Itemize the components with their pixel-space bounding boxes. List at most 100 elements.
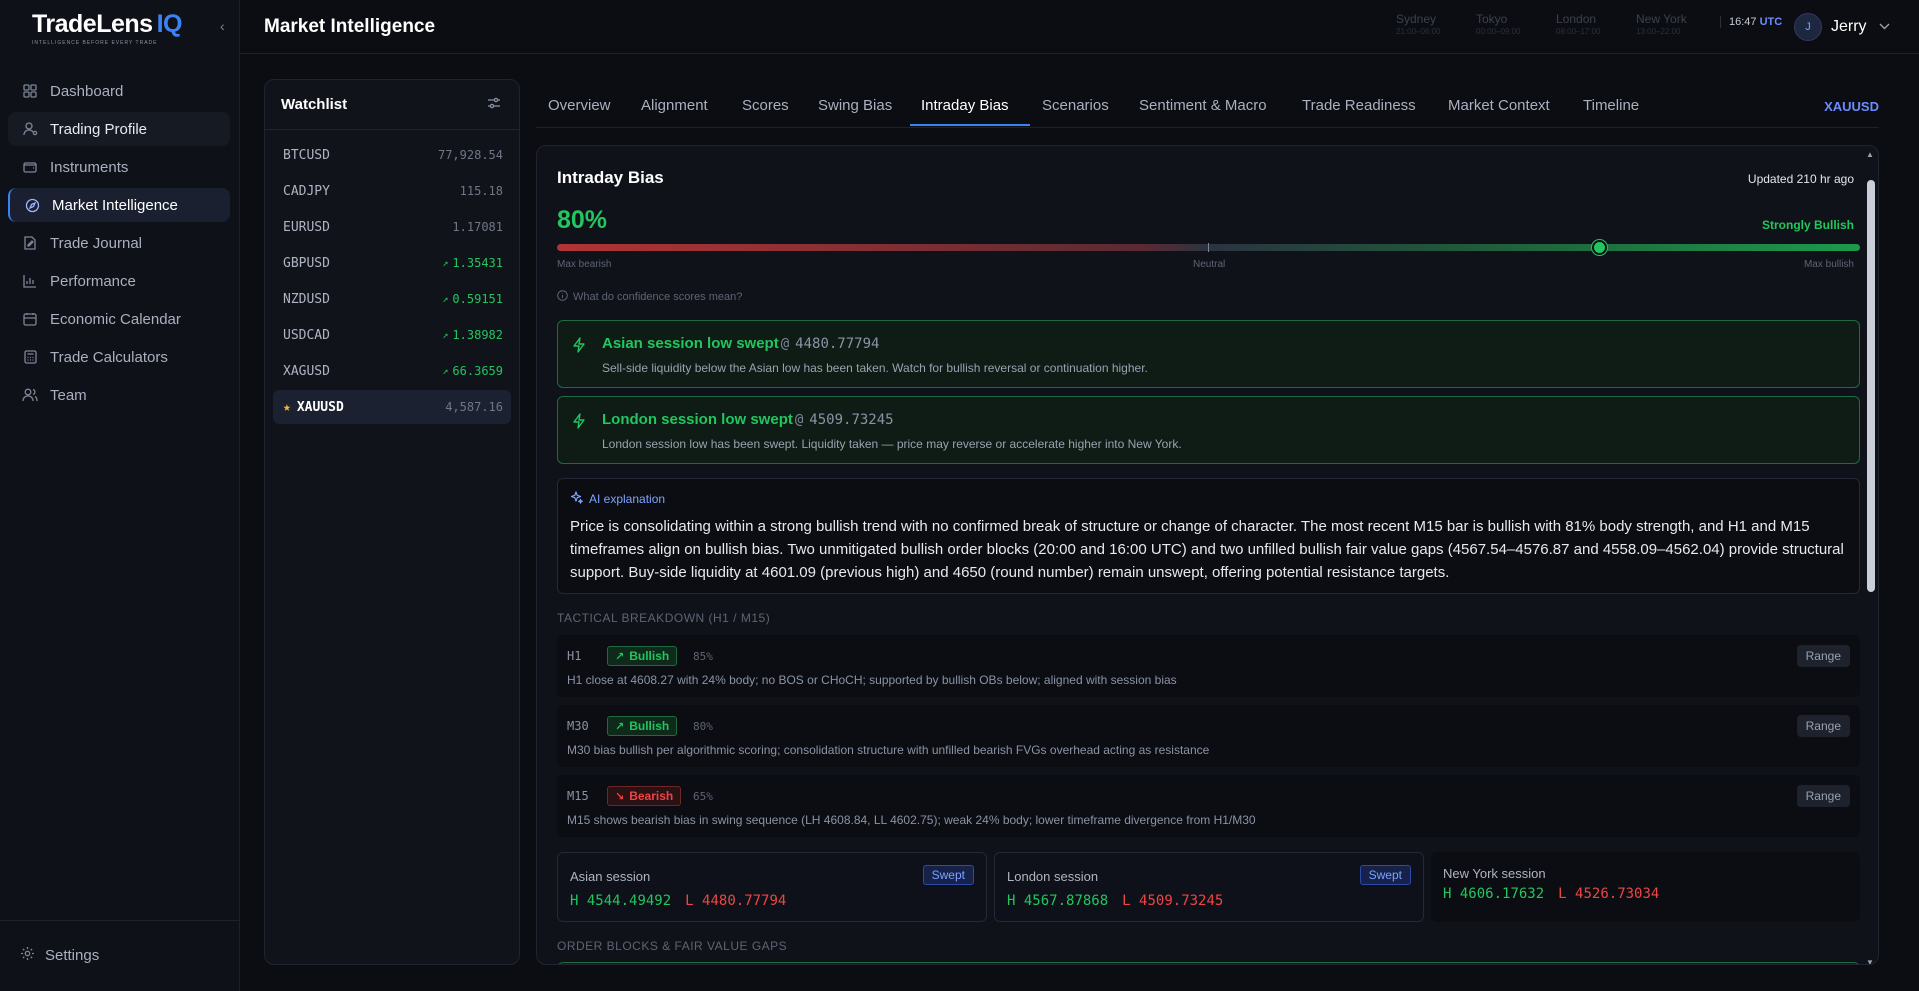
tab-overview[interactable]: Overview [548, 97, 611, 114]
bias-label: Bearish [629, 789, 674, 803]
tab-bar: Overview Alignment Scores Swing Bias Int… [536, 90, 1879, 128]
session-card-new-york: New York session H 4606.17632 L 4526.7303… [1431, 852, 1860, 922]
tactical-breakdown-label: TACTICAL BREAKDOWN (H1 / M15) [557, 611, 771, 625]
tab-trade-readiness[interactable]: Trade Readiness [1302, 97, 1416, 114]
watchlist-item-xagusd[interactable]: XAGUSD ↗ 66.3659 [273, 354, 511, 388]
section-title: Intraday Bias [557, 168, 664, 187]
sidebar-item-trading-profile[interactable]: Trading Profile [8, 112, 230, 146]
sidebar-item-economic-calendar[interactable]: Economic Calendar [8, 302, 230, 336]
sidebar-divider [0, 920, 240, 921]
sweep-title: London session low swept [602, 411, 793, 428]
swept-badge: Swept [1359, 865, 1411, 885]
top-header: Market Intelligence Sydney 21:00–06:00 To… [240, 0, 1919, 54]
watchlist-item-xauusd[interactable]: ★ XAUUSD 4,587.16 [273, 390, 511, 424]
bias-badge: ↗ Bullish [607, 646, 678, 666]
watchlist-item-nzdusd[interactable]: NZDUSD ↗ 0.59151 [273, 282, 511, 316]
watchlist-list: BTCUSD 77,928.54 CADJPY 115.18 EURUSD 1.170… [265, 130, 519, 434]
active-symbol: XAUUSD [1824, 99, 1879, 114]
timeframe-confidence: 85% [693, 650, 713, 663]
scroll-up-icon[interactable]: ▲ [1866, 150, 1874, 159]
scrollbar[interactable]: ▲ ▼ [1866, 150, 1875, 964]
user-settings-icon [22, 121, 38, 137]
watchlist-item-usdcad[interactable]: USDCAD ↗ 1.38982 [273, 318, 511, 352]
range-button[interactable]: Range [1796, 715, 1850, 737]
chevron-down-icon [1879, 21, 1890, 33]
tab-scenarios[interactable]: Scenarios [1042, 97, 1109, 114]
confidence-help-link[interactable]: What do confidence scores mean? [557, 290, 742, 304]
tab-market-context[interactable]: Market Context [1448, 97, 1550, 114]
lightning-icon [572, 337, 586, 358]
session-tokyo: Tokyo 00:00–09:00 [1476, 12, 1556, 36]
bias-label: Bullish [629, 719, 670, 733]
session-high: 4606.17632 [1459, 886, 1545, 902]
brand-tagline: INTELLIGENCE BEFORE EVERY TRADE [32, 40, 158, 46]
timeframe-row-h1: H1 ↗ Bullish 85% H1 close at 4608.27 with… [557, 635, 1860, 697]
watchlist-price: 4,587.16 [445, 400, 503, 414]
session-low-label: L [1558, 886, 1567, 902]
tab-scores[interactable]: Scores [742, 97, 789, 114]
collapse-sidebar-icon[interactable]: ‹ [220, 18, 225, 34]
tab-swing-bias[interactable]: Swing Bias [818, 97, 892, 114]
sweep-at: @ [780, 336, 790, 352]
trend-down-icon: ↘ [615, 790, 625, 803]
watchlist-item-cadjpy[interactable]: CADJPY 115.18 [273, 174, 511, 208]
session-low-label: L [685, 893, 694, 909]
range-button[interactable]: Range [1796, 785, 1850, 807]
watchlist-price: 77,928.54 [437, 148, 503, 162]
sliders-icon[interactable] [487, 96, 501, 114]
trend-up-icon: ↗ [615, 650, 625, 663]
compass-icon [24, 197, 40, 213]
bias-badge: ↘ Bearish [607, 786, 682, 806]
timeframe-row-m30: M30 ↗ Bullish 80% M30 bias bullish per al… [557, 705, 1860, 767]
watchlist-price-up: ↗ 66.3659 [442, 364, 503, 378]
watchlist-item-btcusd[interactable]: BTCUSD 77,928.54 [273, 138, 511, 172]
sweep-description: Sell-side liquidity below the Asian low … [602, 361, 1148, 375]
timeframe-row-m15: M15 ↘ Bearish 65% M15 shows bearish bias … [557, 775, 1860, 837]
tab-timeline[interactable]: Timeline [1583, 97, 1639, 114]
bias-strength-label: Strongly Bullish [1761, 218, 1854, 232]
lightning-icon [572, 413, 586, 434]
sidebar-item-trade-journal[interactable]: Trade Journal [8, 226, 230, 260]
trend-up-icon: ↗ [615, 720, 625, 733]
sidebar-item-market-intelligence[interactable]: Market Intelligence [8, 188, 230, 222]
watchlist-item-gbpusd[interactable]: GBPUSD ↗ 1.35431 [273, 246, 511, 280]
session-high-low: H 4567.87868 L 4509.73245 [1007, 893, 1223, 909]
watchlist-symbol: CADJPY [283, 183, 330, 199]
watchlist-symbol-wrap: ★ XAUUSD [283, 400, 344, 415]
brand-logo[interactable]: TradeLens IQ INTELLIGENCE BEFORE EVERY TR… [32, 10, 202, 48]
active-tab-indicator [910, 124, 1030, 126]
session-card-name: London session [1007, 869, 1099, 884]
bias-badge: ↗ Bullish [607, 716, 678, 736]
tab-alignment[interactable]: Alignment [641, 97, 708, 114]
session-london: London 08:00–17:00 [1556, 12, 1636, 36]
timeframe-confidence: 65% [693, 790, 713, 803]
session-card-asian: Asian session Swept H 4544.49492 L 4480.7… [557, 852, 987, 922]
watchlist-panel: Watchlist BTCUSD 77,928.54 CADJPY 115.18 E… [264, 79, 520, 965]
scroll-down-icon[interactable]: ▼ [1866, 958, 1874, 964]
sidebar-item-label: Team [50, 386, 87, 404]
order-blocks-label: ORDER BLOCKS & FAIR VALUE GAPS [557, 939, 788, 953]
star-icon[interactable]: ★ [283, 400, 291, 415]
sidebar-item-settings[interactable]: Settings [20, 946, 99, 965]
session-hours: 00:00–09:00 [1476, 27, 1521, 36]
sidebar-item-dashboard[interactable]: Dashboard [8, 74, 230, 108]
sidebar-item-team[interactable]: Team [8, 378, 230, 412]
timeframe-code: H1 [567, 649, 582, 663]
bar-chart-icon [22, 273, 38, 289]
watchlist-title: Watchlist [281, 96, 348, 113]
scrollbar-thumb[interactable] [1867, 180, 1875, 592]
tab-sentiment-macro[interactable]: Sentiment & Macro [1139, 97, 1267, 114]
sidebar-item-trade-calculators[interactable]: Trade Calculators [8, 340, 230, 374]
sidebar-item-performance[interactable]: Performance [8, 264, 230, 298]
intraday-bias-panel: ▲ ▼ Intraday Bias Updated 210 hr ago 80%… [536, 145, 1879, 965]
meter-knob [1592, 240, 1608, 255]
team-icon [22, 387, 38, 403]
range-button[interactable]: Range [1796, 645, 1850, 667]
user-menu[interactable]: J Jerry [1794, 13, 1890, 41]
watchlist-item-eurusd[interactable]: EURUSD 1.17081 [273, 210, 511, 244]
calendar-icon [22, 311, 38, 327]
sidebar-item-instruments[interactable]: Instruments [8, 150, 230, 184]
wallet-icon [22, 159, 38, 175]
watchlist-price: 1.38982 [452, 328, 503, 342]
tab-intraday-bias[interactable]: Intraday Bias [921, 97, 1009, 114]
